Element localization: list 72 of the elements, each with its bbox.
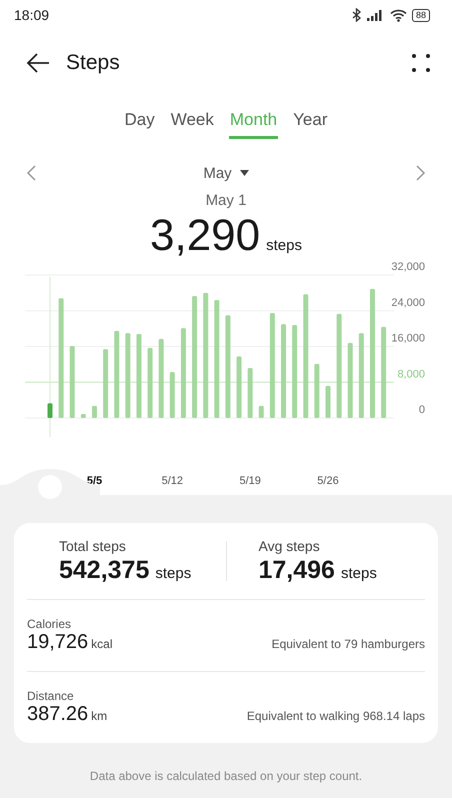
stat-unit: steps [340,564,377,582]
status-time: 18:09 [14,7,50,23]
period-tab[interactable]: Year [292,102,328,138]
chart-bar[interactable] [214,300,220,418]
chart-bar[interactable] [225,315,230,418]
chart-bar[interactable] [80,414,86,418]
chart-bar[interactable] [358,333,364,418]
chart-bar[interactable] [303,294,308,418]
y-axis-label: 16,000 [391,332,425,344]
y-axis-label: 0 [418,404,425,416]
chart-bar[interactable] [114,330,120,418]
stat-label: Avg steps [258,538,321,554]
next-icon[interactable] [416,165,426,181]
equivalent-note: Equivalent to 79 hamburgers [272,637,425,651]
page-title: Steps [66,51,121,75]
detail-unit: kcal [91,637,113,651]
chart-bar[interactable] [203,292,208,418]
stat-value: 542,375 [59,556,150,584]
battery-level: 88 [412,8,430,22]
selected-date: May 1 [204,192,248,209]
chart-bar[interactable] [70,346,75,418]
x-axis-label: 5/5 [86,475,102,487]
chart-bar[interactable] [148,348,153,418]
detail-value: 19,726 [27,631,88,654]
period-tab[interactable]: Day [124,102,156,138]
x-axis-label: 5/12 [162,475,184,487]
chart-bar[interactable] [348,342,353,418]
chart-bar[interactable] [370,288,375,418]
step-count: 3,290 [150,211,260,261]
detail-unit: km [91,709,108,723]
chart-bar[interactable] [180,328,186,418]
chart-bar[interactable] [92,406,97,418]
back-arrow-icon[interactable] [26,53,50,73]
chart-bar[interactable] [314,364,320,418]
chart-bar[interactable] [336,314,342,418]
chart-bar[interactable] [58,298,64,418]
chart-bar[interactable] [292,325,298,418]
chart-bar[interactable] [170,372,175,418]
detail-label: Calories [27,617,72,631]
chart-bar[interactable] [103,349,108,418]
chart-bar[interactable] [248,368,253,418]
equivalent-note: Equivalent to walking 968.14 laps [246,709,425,723]
chart-bar[interactable] [326,386,330,418]
chart-bar[interactable] [192,296,198,418]
chart-bar[interactable] [381,326,386,418]
dropdown-caret-icon [240,170,249,176]
stat-value: 17,496 [258,556,335,584]
chart-bar[interactable] [125,333,130,418]
chart-bar[interactable] [158,338,164,418]
chart-bar[interactable] [281,324,286,418]
chart-bar[interactable] [236,356,242,418]
chart-bar[interactable] [270,312,275,418]
y-axis-label: 8,000 [397,368,425,380]
detail-value: 387.26 [27,703,88,726]
more-options-icon[interactable] [412,54,430,72]
step-unit: steps [266,237,302,254]
chart-bar[interactable] [136,334,142,418]
month-dropdown[interactable]: May [197,164,255,182]
y-axis-label: 24,000 [391,296,425,309]
x-axis-label: 5/26 [317,475,339,487]
chart-bar[interactable] [258,406,264,418]
previous-icon[interactable] [26,165,36,181]
stat-label: Total steps [59,538,127,554]
period-tab[interactable]: Week [170,102,215,138]
bluetooth-icon [352,8,362,22]
x-axis-label: 5/19 [239,475,261,487]
chart-bar[interactable] [48,403,52,418]
y-axis-label: 32,000 [391,261,425,273]
stat-unit: steps [155,564,192,582]
wifi-icon [390,8,407,22]
detail-label: Distance [27,689,75,703]
footer-note: Data above is calculated based on your step count. [88,769,364,783]
